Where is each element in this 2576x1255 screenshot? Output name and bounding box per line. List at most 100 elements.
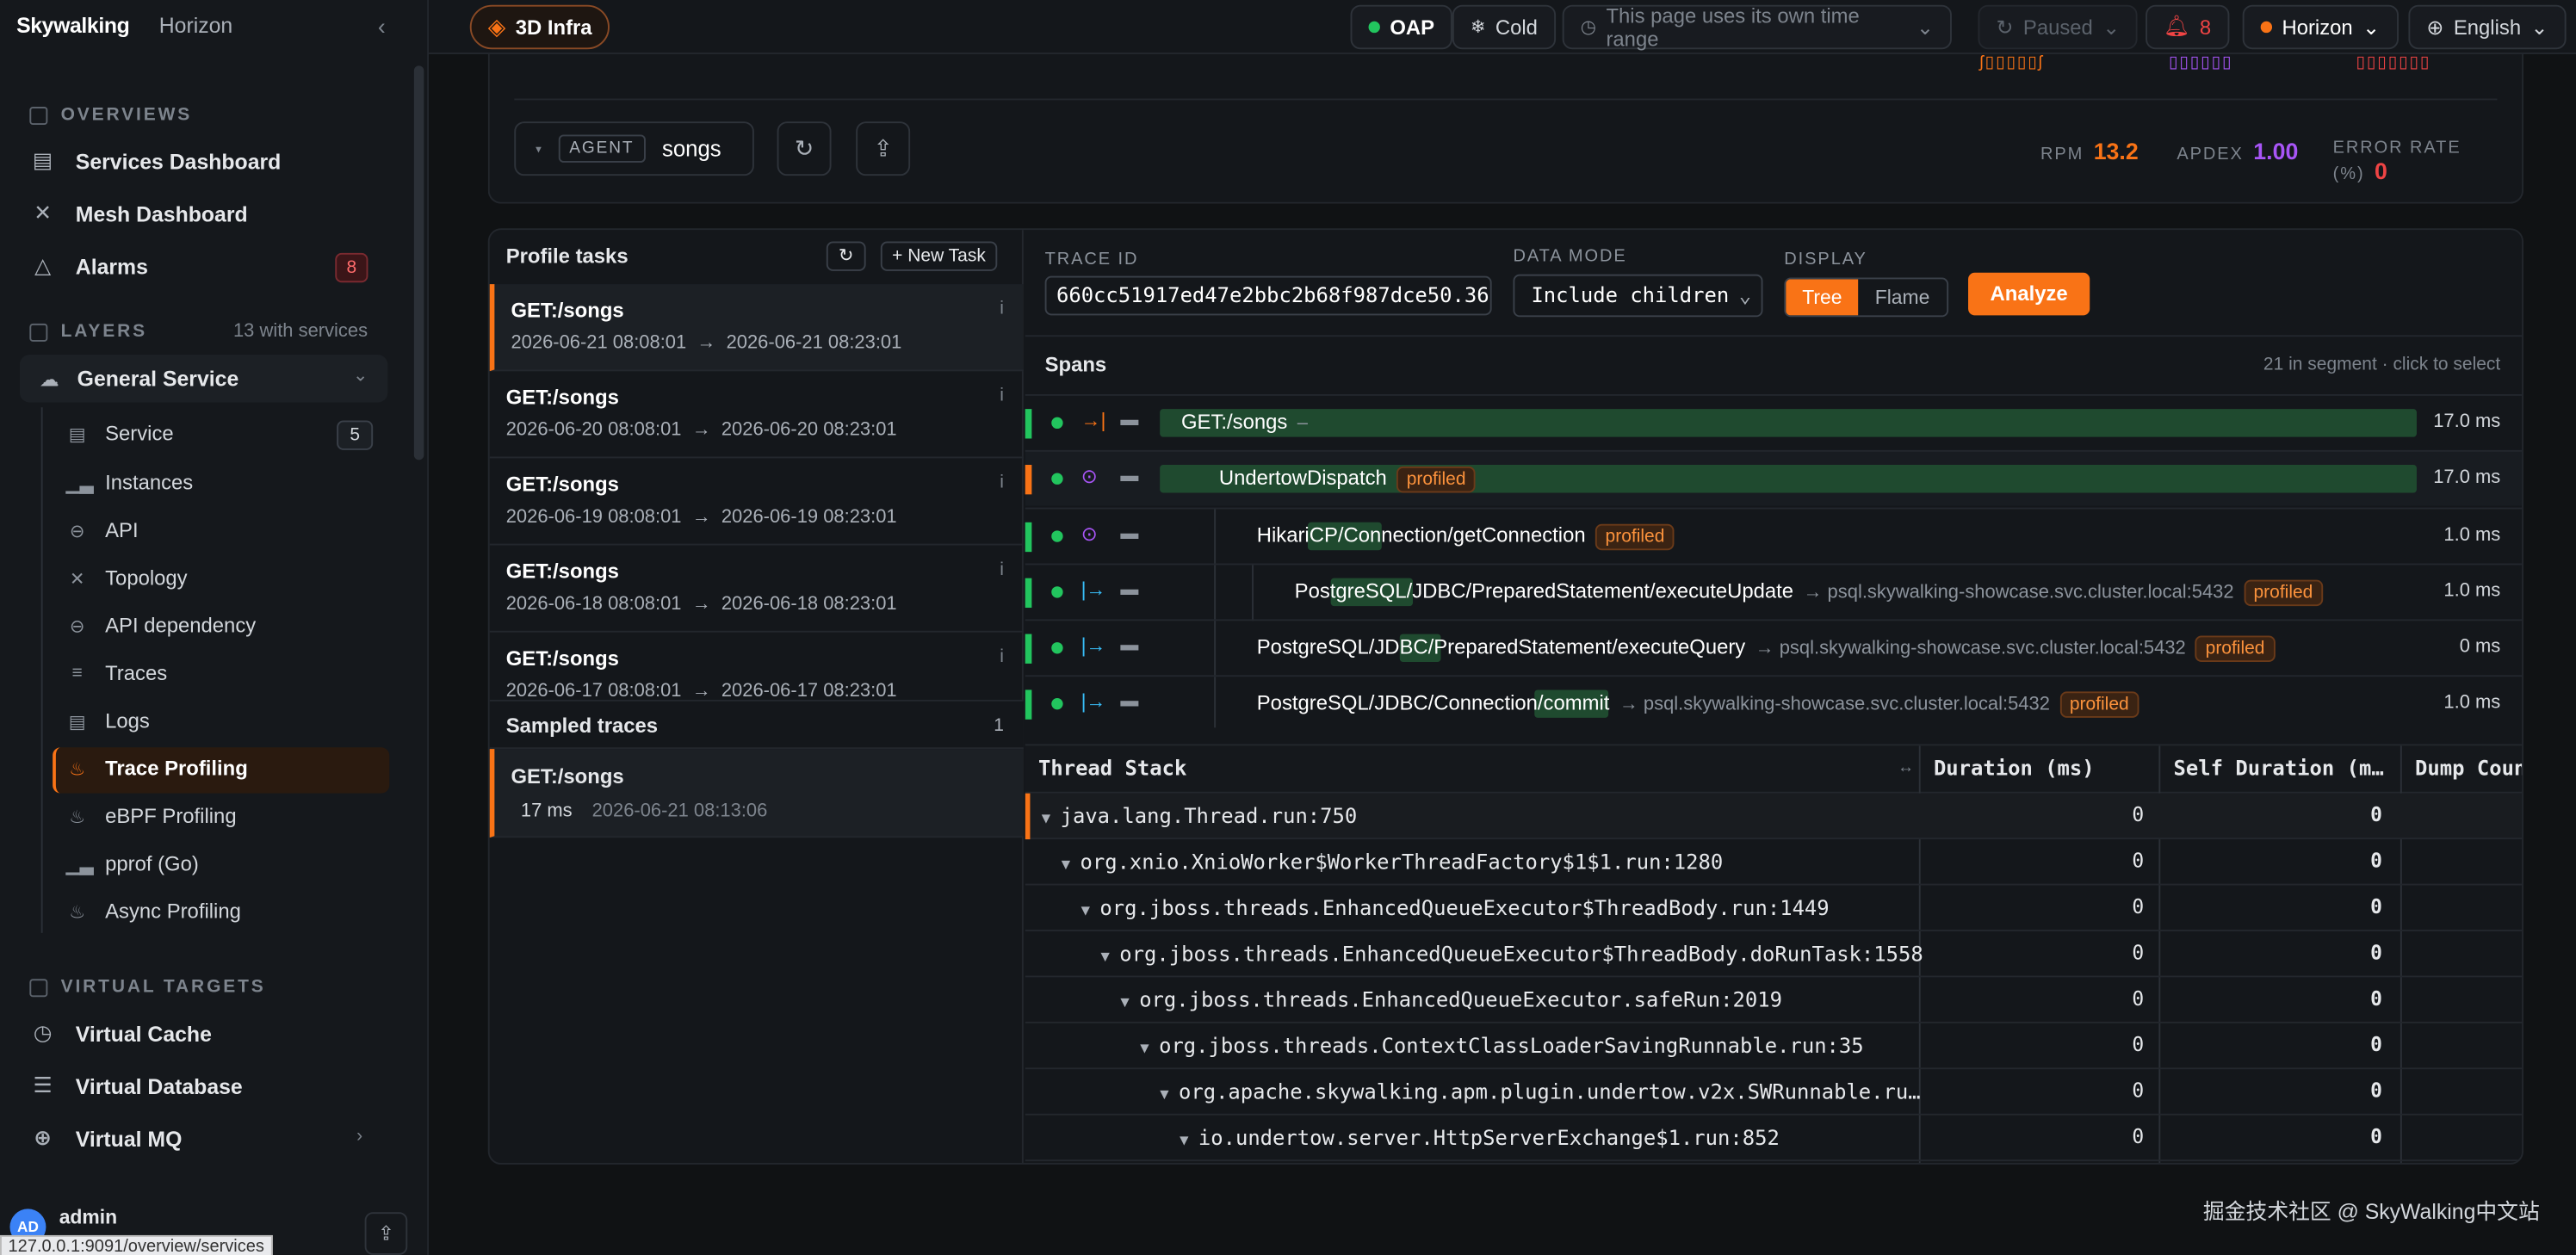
trace-id-label: TRACE ID [1044, 250, 1139, 269]
info-icon[interactable]: i [1000, 386, 1004, 405]
col-dump-count[interactable]: Dump Coun [2415, 756, 2522, 781]
layer-general-service[interactable]: ☁ General Service ⌄ [19, 355, 388, 403]
local-span-icon: ⊙ [1081, 522, 1098, 546]
sidebar: Skywalking Horizon ‹ OVERVIEWS ▤ Service… [0, 0, 430, 1255]
span-row[interactable]: ⊙ ▬ UndertowDispatch profiled 17.0 ms [1025, 449, 2523, 506]
logout-icon[interactable]: ⇪ [364, 1212, 408, 1255]
drag-handle-icon[interactable]: ▬ [1120, 524, 1138, 544]
share-button[interactable]: ⇪ [856, 121, 911, 176]
instance-selector[interactable]: Horizon ⌄ [2242, 4, 2399, 50]
thread-row[interactable]: ▼ org.jboss.threads.EnhancedQueueExecutor… [1025, 886, 2523, 931]
caret-down-icon: ▼ [1120, 995, 1130, 1012]
refresh-paused[interactable]: ↻ Paused ⌄ [1978, 4, 2139, 50]
nav-virtual-cache[interactable]: ◷ Virtual Cache [29, 1020, 212, 1047]
task-item[interactable]: GET:/songs i 2026-06-20 08:08:01 → 2026-… [489, 371, 1024, 459]
new-task-button[interactable]: + New Task [880, 241, 998, 271]
database-icon: ☰ [33, 1073, 53, 1097]
chevron-left-icon[interactable]: ‹ [378, 13, 386, 40]
3d-infra-button[interactable]: ◈ 3D Infra [469, 4, 610, 50]
info-icon[interactable]: i [1000, 299, 1004, 318]
refresh-tasks-button[interactable]: ↻ [826, 241, 866, 271]
refresh-button[interactable]: ↻ [777, 121, 832, 176]
info-icon[interactable]: i [1000, 473, 1004, 493]
drag-handle-icon[interactable]: ▬ [1120, 691, 1138, 711]
agent-service-selector[interactable]: ▾ AGENT songs [514, 121, 754, 176]
data-mode-select[interactable]: Include children ⌄ [1513, 274, 1763, 318]
trace-id-input[interactable]: 660cc51917ed47e2bbc2b68f987dce50.36. [1044, 275, 1492, 316]
thread-row[interactable]: ▼ org.jboss.threads.EnhancedQueueExecutor… [1025, 931, 2523, 978]
time-range-picker[interactable]: ◷ This page uses its own time range ⌄ [1562, 4, 1952, 50]
span-row[interactable]: ⊙ ▬ HikariCP/Connection/getConnection pro… [1025, 507, 2523, 566]
sidebar-item-api-dependency[interactable]: ⊖ API dependency [65, 615, 256, 638]
drag-handle-icon[interactable]: ▬ [1120, 580, 1138, 600]
language-selector[interactable]: ⊕ English ⌄ [2408, 4, 2567, 50]
clock-icon: ◷ [1580, 17, 1597, 38]
col-duration[interactable]: Duration (ms) [1934, 756, 2095, 781]
col-self-duration[interactable]: Self Duration (m… [2174, 756, 2384, 781]
drag-handle-icon[interactable]: ▬ [1120, 467, 1138, 486]
span-name: UndertowDispatch profiled [1219, 466, 1476, 493]
nav-alarms[interactable]: △ Alarms [29, 253, 148, 280]
sidebar-item-api[interactable]: ⊖ API [65, 519, 139, 542]
col-thread-stack[interactable]: Thread Stack [1038, 756, 1186, 781]
flame-icon: ♨ [69, 807, 86, 827]
analyze-button[interactable]: Analyze [1968, 272, 2090, 316]
sidebar-item-async-profiling[interactable]: ♨ Async Profiling [65, 900, 241, 924]
resize-icon[interactable]: ↔ [1898, 759, 1914, 777]
drag-handle-icon[interactable]: ▬ [1120, 635, 1138, 655]
sidebar-item-topology[interactable]: ✕ Topology [65, 566, 188, 590]
span-row[interactable]: →| ▬ GET:/songs – 17.0 ms [1025, 393, 2523, 450]
thread-row[interactable]: ▼ org.apache.skywalking.apm.plugin.undert… [1025, 1069, 2523, 1116]
layers-icon [29, 322, 48, 341]
sidebar-scrollbar[interactable] [413, 65, 424, 461]
sidebar-item-logs[interactable]: ▤ Logs [65, 709, 150, 733]
nav-virtual-mq[interactable]: ⊕ Virtual MQ [29, 1125, 182, 1152]
status-dot [1051, 530, 1063, 542]
sparkline-error: ▯▯▯▯▯▯▯ [2356, 53, 2431, 72]
oap-status[interactable]: OAP [1350, 4, 1453, 50]
thread-row[interactable]: ▼ java.lang.Thread.run:750 0 0 [1025, 793, 2523, 840]
skywalking-logo[interactable]: Skywalking [16, 13, 130, 38]
thread-row[interactable]: ▼ org.xnio.XnioWorker$WorkerThreadFactory… [1025, 839, 2523, 886]
profile-tasks-pane: Profile tasks ↻ + New Task GET:/songs i … [489, 230, 1024, 1164]
status-dot [1051, 417, 1063, 430]
sidebar-item-service[interactable]: ▤ Service [65, 422, 174, 445]
display-flame-button[interactable]: Flame [1859, 279, 1947, 315]
info-icon[interactable]: i [1000, 647, 1004, 667]
span-row[interactable]: |→ ▬ PostgreSQL/JDBC/PreparedStatement/e… [1025, 619, 2523, 677]
sidebar-item-instances[interactable]: ▁▃ Instances [65, 472, 193, 495]
task-item[interactable]: GET:/songs i 2026-06-18 08:08:01 → 2026-… [489, 546, 1024, 633]
nav-virtual-database[interactable]: ☰ Virtual Database [29, 1073, 242, 1099]
thread-row[interactable]: ▼ org.jboss.threads.ContextClassLoaderSav… [1025, 1023, 2523, 1070]
span-row[interactable]: |→ ▬ PostgreSQL/JDBC/PreparedStatement/e… [1025, 563, 2523, 621]
nav-services-dashboard[interactable]: ▤ Services Dashboard [29, 148, 281, 175]
overviews-heading: OVERVIEWS [29, 105, 192, 125]
sidebar-item-traces[interactable]: ≡ Traces [65, 662, 168, 685]
thread-row[interactable]: ▼ io.undertow.server.HttpServerExchange$1… [1025, 1116, 2523, 1162]
display-tree-button[interactable]: Tree [1786, 279, 1859, 316]
status-dot [1368, 21, 1380, 34]
sidebar-item-trace-profiling[interactable]: ♨ Trace Profiling [65, 757, 248, 781]
nav-mesh-dashboard[interactable]: ✕ Mesh Dashboard [29, 201, 247, 227]
drag-handle-icon[interactable]: ▬ [1120, 411, 1138, 430]
exit-span-icon: |→ [1081, 634, 1106, 658]
cold-toggle[interactable]: ❄ Cold [1452, 4, 1556, 50]
task-item[interactable]: GET:/songs i 2026-06-17 08:08:01 → 2026-… [490, 633, 1024, 700]
task-item[interactable]: GET:/songs i 2026-06-21 08:08:01 → 2026-… [489, 284, 1024, 372]
task-item[interactable]: GET:/songs i 2026-06-19 08:08:01 → 2026-… [489, 458, 1024, 546]
divider [514, 98, 2498, 101]
info-icon[interactable]: i [1000, 560, 1004, 580]
sidebar-item-ebpf-profiling[interactable]: ♨ eBPF Profiling [65, 805, 236, 828]
local-span-icon: ⊙ [1081, 465, 1098, 488]
thread-row[interactable]: ▼ org.jboss.threads.EnhancedQueueExecutor… [1025, 977, 2523, 1023]
list-icon: ▤ [68, 424, 86, 445]
span-row[interactable]: |→ ▬ PostgreSQL/JDBC/Connection/commit → … [1025, 675, 2523, 728]
topology-icon: ✕ [69, 569, 85, 590]
watermark: 掘金技术社区 @ SkyWalking中文站 [2202, 1198, 2540, 1224]
chevron-down-icon: ⌄ [1738, 282, 1752, 307]
sampled-trace-item[interactable]: GET:/songs 17 ms 2026-06-21 08:13:06 [489, 749, 1024, 838]
alarm-bell-button[interactable]: 🔔︎ 8 [2146, 4, 2230, 50]
sparkline-rpm: ʃ▯▯▯▯▯ʃ [1979, 53, 2044, 72]
snowflake-icon: ❄ [1470, 17, 1486, 38]
sidebar-item-pprof[interactable]: ▁▃ pprof (Go) [65, 852, 199, 875]
